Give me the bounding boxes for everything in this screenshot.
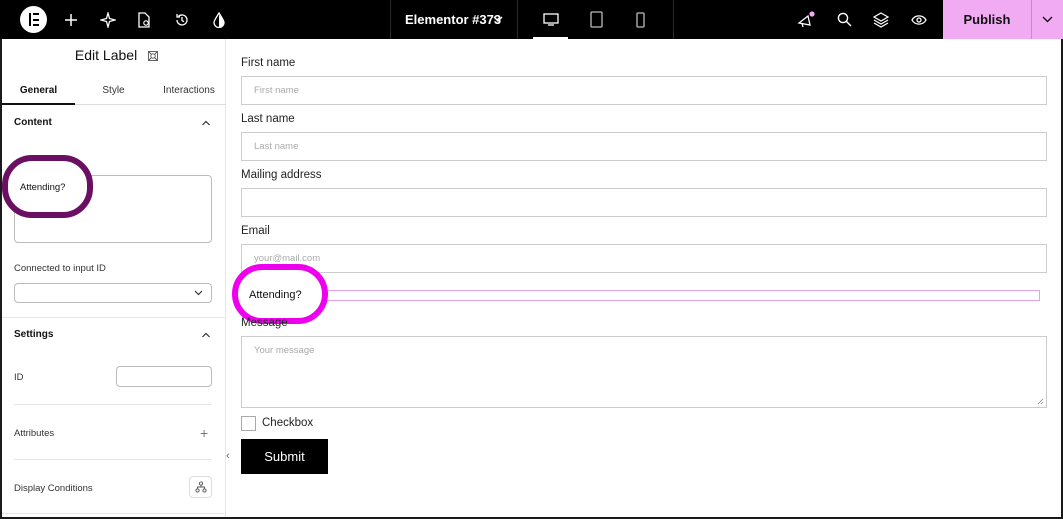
add-element-icon[interactable]: [60, 0, 82, 39]
tab-general[interactable]: General: [2, 81, 75, 105]
settings-section-heading[interactable]: Settings: [14, 329, 53, 340]
tablet-view-icon[interactable]: [574, 0, 619, 39]
notifications-megaphone-icon[interactable]: [795, 0, 817, 39]
last-name-input[interactable]: Last name: [241, 132, 1047, 161]
panel-title: Edit Label: [2, 47, 226, 63]
history-icon[interactable]: [171, 0, 193, 39]
atomic-widget-icon: [148, 51, 159, 61]
panel-tabs: General Style Interactions: [2, 81, 226, 105]
checkbox[interactable]: [241, 416, 256, 431]
resize-handle-icon[interactable]: [1037, 398, 1044, 405]
selected-label-outline[interactable]: [244, 290, 1040, 301]
last-name-label: Last name: [241, 113, 295, 125]
chevron-up-icon[interactable]: [201, 118, 211, 128]
chevron-up-icon[interactable]: [201, 330, 211, 340]
submit-button[interactable]: Submit: [241, 439, 328, 474]
top-bar: Elementor #373 Publish: [0, 0, 1063, 39]
message-placeholder: Your message: [254, 345, 315, 356]
ai-sparkle-icon[interactable]: [97, 0, 119, 39]
divider: [2, 317, 226, 318]
document-title: Elementor #373: [405, 12, 502, 27]
page-settings-icon[interactable]: [133, 0, 155, 39]
edit-panel: Edit Label General Style Interactions Co…: [2, 39, 226, 517]
divider: [2, 513, 226, 514]
panel-title-text: Edit Label: [74, 47, 138, 63]
search-icon[interactable]: [833, 0, 855, 39]
conditions-tree-icon: [194, 481, 207, 493]
display-conditions-button[interactable]: [189, 476, 212, 498]
structure-layers-icon[interactable]: [870, 0, 892, 39]
tab-interactions[interactable]: Interactions: [152, 81, 226, 105]
site-settings-drop-icon[interactable]: [208, 0, 230, 39]
chevron-down-icon: [194, 290, 203, 296]
id-label: ID: [14, 372, 24, 383]
message-textarea[interactable]: Your message: [241, 336, 1047, 408]
email-label: Email: [241, 225, 270, 237]
first-name-label: First name: [241, 57, 296, 69]
publish-options-button[interactable]: [1031, 0, 1063, 39]
last-name-placeholder: Last name: [254, 141, 299, 152]
mailing-address-input[interactable]: [241, 188, 1047, 217]
connected-input-label: Connected to input ID: [14, 263, 106, 274]
id-input[interactable]: [116, 366, 212, 387]
preview-eye-icon[interactable]: [908, 0, 930, 39]
publish-button[interactable]: Publish: [943, 0, 1031, 39]
email-placeholder: your@mail.com: [254, 253, 321, 264]
collapse-panel-chevron-icon[interactable]: ‹: [226, 450, 230, 462]
divider: [14, 404, 212, 405]
first-name-placeholder: First name: [254, 85, 299, 96]
document-title-dropdown[interactable]: Elementor #373: [390, 0, 518, 39]
connected-input-select[interactable]: [14, 283, 212, 303]
tab-style[interactable]: Style: [77, 81, 150, 105]
message-label: Message: [241, 317, 288, 329]
mailing-address-label: Mailing address: [241, 169, 322, 181]
checkbox-label: Checkbox: [262, 417, 314, 429]
chevron-down-icon: [1042, 16, 1053, 23]
label-text-value: Attending?: [20, 182, 66, 193]
chevron-down-icon: [493, 16, 503, 22]
elementor-logo-icon[interactable]: [20, 6, 47, 33]
email-input[interactable]: your@mail.com: [241, 244, 1047, 273]
display-conditions-label: Display Conditions: [14, 483, 93, 494]
content-section-heading[interactable]: Content: [14, 117, 52, 128]
mobile-view-icon[interactable]: [618, 0, 663, 39]
attributes-label: Attributes: [14, 428, 55, 439]
first-name-input[interactable]: First name: [241, 76, 1047, 105]
attending-label[interactable]: Attending?: [249, 289, 302, 301]
divider: [14, 459, 212, 460]
desktop-view-icon[interactable]: [528, 0, 573, 39]
add-attribute-plus-icon[interactable]: +: [200, 425, 208, 441]
